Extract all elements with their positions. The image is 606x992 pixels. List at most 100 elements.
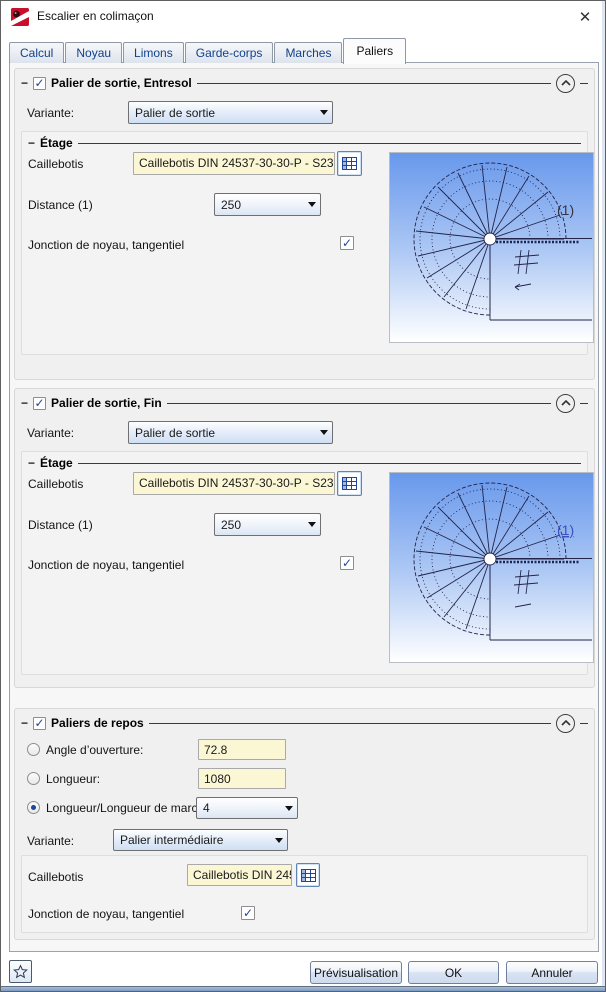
group-palier-sortie-entresol: Palier de sortie, Entresol Variante: Pal… <box>14 68 595 380</box>
tab-noyau[interactable]: Noyau <box>65 42 122 63</box>
collapse-dash-icon <box>28 136 35 150</box>
caillebotis-browse-button[interactable] <box>296 863 320 887</box>
header-rule <box>78 463 581 464</box>
group-enable-checkbox[interactable] <box>33 717 46 730</box>
longueur-field[interactable]: 1080 <box>198 768 286 789</box>
longueur-radio[interactable] <box>27 772 40 785</box>
caillebotis-subgroup: Caillebotis Caillebotis DIN 24537 Joncti… <box>21 855 588 933</box>
distance-dropdown-value: 250 <box>215 518 304 532</box>
table-browse-icon <box>342 477 357 490</box>
chevron-down-icon <box>316 430 332 435</box>
header-rule <box>78 143 581 144</box>
distance-label: Distance (1) <box>28 198 93 212</box>
collapse-button[interactable] <box>556 714 575 733</box>
variante-label: Variante: <box>27 106 74 120</box>
header-rule <box>197 83 551 84</box>
group-title: Paliers de repos <box>51 716 144 730</box>
caillebotis-browse-button[interactable] <box>337 471 362 496</box>
caillebotis-browse-button[interactable] <box>337 151 362 176</box>
preview-annotation-link[interactable]: (1) <box>557 522 574 538</box>
preview-button[interactable]: Prévisualisation <box>310 961 402 984</box>
chevron-down-icon <box>316 110 332 115</box>
longueur-marche-dropdown[interactable]: 4 <box>196 797 298 819</box>
distance-label: Distance (1) <box>28 518 93 532</box>
jonction-label: Jonction de noyau, tangentiel <box>28 907 184 921</box>
caillebotis-field[interactable]: Caillebotis DIN 24537-30-30-P - S235 <box>133 472 335 495</box>
table-browse-icon <box>301 869 316 882</box>
tab-marches[interactable]: Marches <box>274 42 342 63</box>
chevron-down-icon <box>304 522 320 527</box>
chevron-down-icon <box>281 806 297 811</box>
longueur-marche-dropdown-value: 4 <box>197 801 281 815</box>
group-enable-checkbox[interactable] <box>33 77 46 90</box>
caillebotis-field[interactable]: Caillebotis DIN 24537-30-30-P - S235 <box>133 152 335 175</box>
tab-strip: Calcul Noyau Limons Garde-corps Marches … <box>9 38 407 63</box>
chevron-down-icon <box>271 838 287 843</box>
etage-title: Étage <box>40 136 73 150</box>
etage-header: Étage <box>28 135 581 151</box>
window-title: Escalier en colimaçon <box>37 9 154 23</box>
title-bar: Escalier en colimaçon ✕ <box>1 1 605 31</box>
etage-subgroup: Étage Caillebotis Caillebotis DIN 24537-… <box>21 451 588 675</box>
group-enable-checkbox[interactable] <box>33 397 46 410</box>
ok-button[interactable]: OK <box>408 961 499 984</box>
app-icon <box>11 8 29 26</box>
collapse-button[interactable] <box>556 74 575 93</box>
header-rule-end <box>580 403 588 404</box>
window-edge-bottom <box>1 986 605 991</box>
group-header: Palier de sortie, Fin <box>21 394 588 412</box>
variante-label: Variante: <box>27 834 74 848</box>
variante-dropdown[interactable]: Palier de sortie <box>128 101 333 124</box>
header-rule-end <box>580 83 588 84</box>
jonction-label: Jonction de noyau, tangentiel <box>28 558 184 572</box>
chevron-up-icon <box>561 720 571 726</box>
group-title: Palier de sortie, Entresol <box>51 76 192 90</box>
collapse-dash-icon <box>21 716 28 730</box>
etage-header: Étage <box>28 455 581 471</box>
longueur-label: Longueur: <box>46 772 100 786</box>
tab-garde-corps[interactable]: Garde-corps <box>185 42 274 63</box>
tab-limons[interactable]: Limons <box>123 42 184 63</box>
header-rule-end <box>580 723 588 724</box>
angle-ouverture-label: Angle d’ouverture: <box>46 743 143 757</box>
etage-title: Étage <box>40 456 73 470</box>
collapse-dash-icon <box>28 456 35 470</box>
chevron-up-icon <box>561 400 571 406</box>
distance-dropdown[interactable]: 250 <box>214 193 321 216</box>
variante-label: Variante: <box>27 426 74 440</box>
variante-dropdown[interactable]: Palier de sortie <box>128 421 333 444</box>
caillebotis-label: Caillebotis <box>28 477 83 491</box>
stair-plan-preview: (1) <box>389 152 594 343</box>
distance-dropdown-value: 250 <box>215 198 304 212</box>
preview-annotation: (1) <box>557 202 574 218</box>
longueur-marche-radio[interactable] <box>27 801 40 814</box>
close-icon[interactable]: ✕ <box>574 6 596 28</box>
group-palier-sortie-fin: Palier de sortie, Fin Variante: Palier d… <box>14 388 595 688</box>
collapse-button[interactable] <box>556 394 575 413</box>
tab-calcul[interactable]: Calcul <box>9 42 64 63</box>
window-edge-right <box>602 1 605 991</box>
favorite-button[interactable] <box>9 960 32 983</box>
variante-dropdown-value: Palier de sortie <box>129 426 316 440</box>
variante-dropdown[interactable]: Palier intermédiaire <box>113 829 288 851</box>
angle-ouverture-radio[interactable] <box>27 743 40 756</box>
angle-ouverture-field[interactable]: 72.8 <box>198 739 286 760</box>
caillebotis-label: Caillebotis <box>28 157 83 171</box>
jonction-checkbox[interactable] <box>340 556 354 570</box>
variante-dropdown-value: Palier de sortie <box>129 106 316 120</box>
chevron-down-icon <box>304 202 320 207</box>
favorite-star-icon <box>13 964 28 979</box>
caillebotis-field[interactable]: Caillebotis DIN 24537 <box>187 864 292 886</box>
tab-paliers[interactable]: Paliers <box>343 38 406 64</box>
tab-page-paliers: Palier de sortie, Entresol Variante: Pal… <box>9 62 599 952</box>
etage-subgroup: Étage Caillebotis Caillebotis DIN 24537-… <box>21 131 588 355</box>
jonction-checkbox[interactable] <box>241 906 255 920</box>
collapse-dash-icon <box>21 396 28 410</box>
jonction-checkbox[interactable] <box>340 236 354 250</box>
cancel-button[interactable]: Annuler <box>506 961 598 984</box>
caillebotis-label: Caillebotis <box>28 870 83 884</box>
distance-dropdown[interactable]: 250 <box>214 513 321 536</box>
header-rule <box>167 403 551 404</box>
variante-dropdown-value: Palier intermédiaire <box>114 833 271 847</box>
group-paliers-de-repos: Paliers de repos Angle d’ouverture: 72.8… <box>14 708 595 940</box>
